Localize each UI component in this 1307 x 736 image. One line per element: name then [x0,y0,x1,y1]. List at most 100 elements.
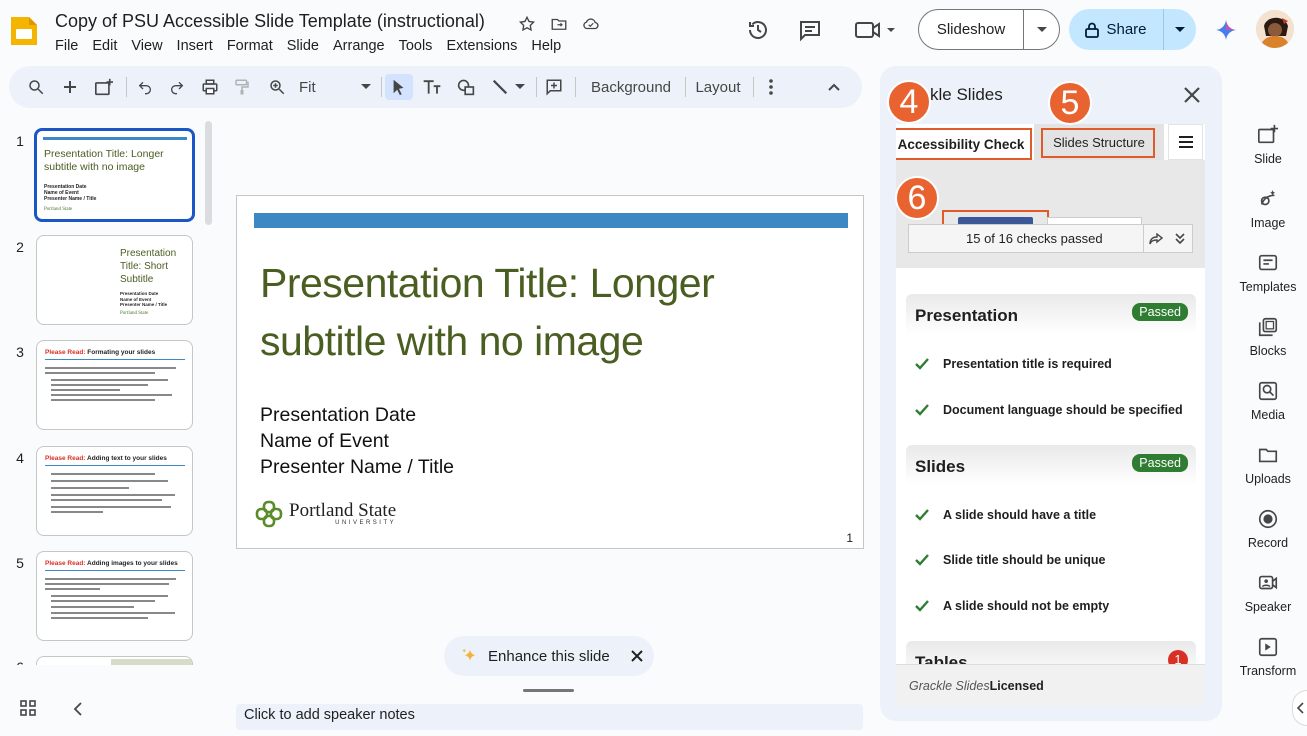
close-icon[interactable] [630,649,644,663]
move-folder-icon[interactable] [548,13,570,35]
layout-button[interactable]: Layout [691,74,745,100]
paint-format-icon[interactable] [230,74,254,100]
slideshow-label[interactable]: Slideshow [919,10,1024,49]
version-history-icon[interactable] [744,14,772,46]
slideshow-dropdown-icon[interactable] [1024,10,1059,49]
avatar[interactable] [1256,10,1294,48]
section-title[interactable]: Presentation [915,306,1018,326]
rail-image[interactable]: Image [1232,188,1304,230]
close-panel-icon[interactable] [1183,86,1201,104]
slide-thumbnail-2[interactable]: Presentation Title: Short Subtitle Prese… [36,235,193,325]
list-item[interactable]: Document language should be specified [915,403,1183,417]
grid-view-icon[interactable] [20,700,36,716]
rail-label: Speaker [1244,600,1292,614]
menu-view[interactable]: View [124,37,169,55]
subtitle-line: Name of Event [260,430,389,452]
star-icon[interactable] [516,13,538,35]
new-slide-layout-icon[interactable] [91,74,117,100]
slide-number-1: 1 [16,133,24,149]
shape-icon[interactable] [453,74,479,100]
share-button[interactable]: Share [1069,9,1196,50]
gemini-icon[interactable] [1212,14,1240,46]
rail-uploads[interactable]: Uploads [1232,444,1304,486]
slide-title[interactable]: Presentation Title: Longer subtitle with… [260,254,820,370]
collapse-filmstrip-icon[interactable] [73,702,83,716]
menu-format[interactable]: Format [220,37,280,55]
slide-number-3: 3 [16,344,24,360]
folder-icon [1257,444,1279,466]
rail-transform[interactable]: Transform [1232,636,1304,678]
share-dropdown-icon[interactable] [1164,9,1196,50]
menu-file[interactable]: File [48,37,85,55]
check-label: Presentation title is required [943,357,1112,371]
menu-edit[interactable]: Edit [85,37,124,55]
cloud-saved-icon[interactable] [580,13,602,35]
section-title[interactable]: Slides [915,457,965,477]
list-item[interactable]: Slide title should be unique [915,553,1106,567]
more-options-icon[interactable] [761,74,781,100]
slide-thumbnail-6[interactable] [36,656,193,665]
redo-icon[interactable] [165,74,189,100]
slide-canvas[interactable]: Presentation Title: Longer subtitle with… [236,195,864,549]
slide-thumbnail-4[interactable]: Please Read: Adding text to your slides [36,446,193,536]
print-icon[interactable] [198,74,222,100]
thumb-1-logo: Portland State [44,207,73,212]
menu-insert[interactable]: Insert [170,37,220,55]
filmstrip-scrollbar[interactable] [205,121,212,225]
new-slide-plus-icon[interactable] [57,74,83,100]
rail-record[interactable]: Record [1232,508,1304,550]
rail-templates[interactable]: Templates [1232,252,1304,294]
expand-all-icon[interactable] [1168,225,1192,252]
show-side-panel-button[interactable] [1292,690,1307,726]
check-label: A slide should have a title [943,508,1097,522]
document-title[interactable]: Copy of PSU Accessible Slide Template (i… [55,11,485,32]
logo-wordmark: Portland State [289,500,397,521]
rail-speaker[interactable]: Speaker [1232,572,1304,614]
select-tool-icon[interactable] [385,74,413,100]
hamburger-menu-icon[interactable] [1168,124,1203,160]
rail-label: Transform [1239,664,1297,678]
slideshow-button[interactable]: Slideshow [918,9,1060,50]
menu-arrange[interactable]: Arrange [326,37,392,55]
media-icon [1257,380,1279,402]
add-comment-icon[interactable] [541,74,567,100]
slides-logo-icon[interactable] [8,14,40,48]
thumb-1-line: Presenter Name / Title [44,196,97,202]
speaker-notes[interactable]: Click to add speaker notes [236,704,863,730]
check-icon [915,600,929,612]
text-box-icon[interactable] [419,74,445,100]
menu-slide[interactable]: Slide [280,37,326,55]
notes-resize-handle[interactable] [523,689,574,692]
rail-blocks[interactable]: Blocks [1232,316,1304,358]
menu-tools[interactable]: Tools [392,37,440,55]
slide-subtitle[interactable]: Presentation Date Name of Event Presente… [260,402,454,480]
menu-help[interactable]: Help [524,37,568,55]
comments-icon[interactable] [796,14,824,46]
search-menus-icon[interactable] [23,74,49,100]
grackle-panel-body: Accessibility Check Slides Structure Re-… [896,124,1205,706]
share-result-icon[interactable] [1144,225,1168,252]
slide-thumbnail-1[interactable]: Presentation Title: Longer subtitle with… [34,128,195,222]
rail-media[interactable]: Media [1232,380,1304,422]
check-label: Document language should be specified [943,403,1183,417]
menu-extensions[interactable]: Extensions [439,37,524,55]
list-item[interactable]: A slide should have a title [915,508,1096,522]
list-item[interactable]: A slide should not be empty [915,599,1109,613]
tab-accessibility-check[interactable]: Accessibility Check [896,128,1032,160]
slide-thumbnail-5[interactable]: Please Read: Adding images to your slide… [36,551,193,641]
zoom-select[interactable]: Fit [295,74,375,100]
psu-logo[interactable]: Portland State UNIVERSITY [255,500,396,528]
list-item[interactable]: Presentation title is required [915,357,1112,371]
background-button[interactable]: Background [583,74,679,100]
thumb-5-title: Adding images to your slides [87,560,178,567]
rail-label: Blocks [1249,344,1287,358]
slide-thumbnail-3[interactable]: Please Read: Formating your slides [36,340,193,430]
undo-icon[interactable] [133,74,157,100]
collapse-toolbar-icon[interactable] [823,74,845,100]
line-tool[interactable] [487,74,529,100]
zoom-icon[interactable] [265,74,289,100]
enhance-slide-chip[interactable]: Enhance this slide [444,636,654,676]
rail-slide[interactable]: Slide [1232,124,1304,166]
thumb-1-title: Presentation Title: Longer subtitle with… [44,148,164,173]
meet-button[interactable] [852,14,898,46]
